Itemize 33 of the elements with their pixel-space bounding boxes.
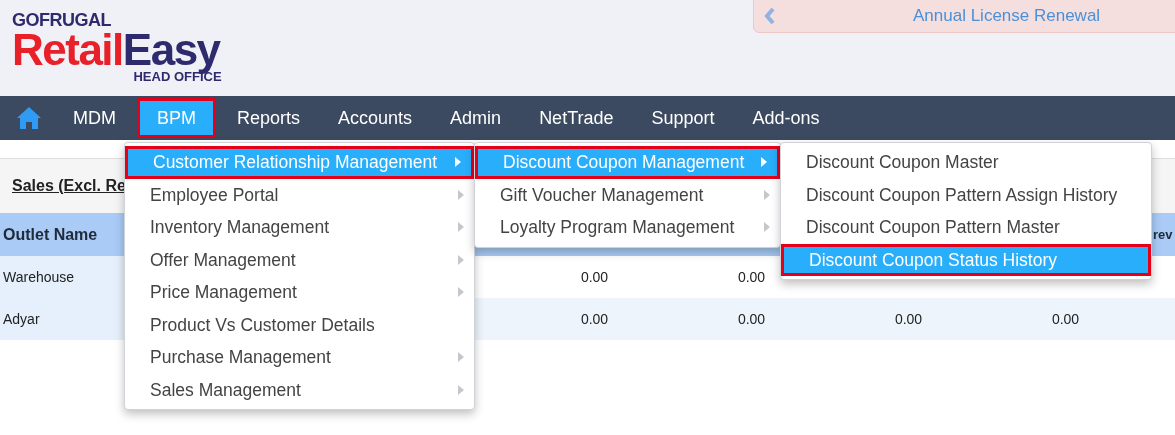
nav-tab[interactable]: Accounts bbox=[319, 98, 432, 138]
table-cell-text: Warehouse bbox=[3, 267, 75, 287]
menu-item[interactable]: Purchase Management bbox=[125, 341, 474, 374]
nav-tab[interactable]: MDM bbox=[54, 98, 135, 138]
table-cell-text: 0.00 bbox=[894, 309, 923, 329]
home-icon[interactable] bbox=[16, 106, 42, 130]
menu-item[interactable]: Employee Portal bbox=[125, 178, 474, 211]
nav-tab[interactable]: Support bbox=[632, 98, 734, 138]
menu-item[interactable]: Offer Management bbox=[125, 243, 474, 276]
report-title[interactable]: Sales (Excl. Re bbox=[12, 174, 126, 198]
menu-item[interactable]: Sales Management bbox=[125, 373, 474, 406]
menu-item[interactable]: Discount Coupon Pattern Assign History bbox=[781, 178, 1151, 211]
menu-item[interactable]: Discount Coupon Master bbox=[781, 146, 1151, 179]
column-header: rev bbox=[1153, 225, 1173, 244]
menu-item[interactable]: Loyalty Program Management bbox=[475, 211, 780, 244]
nav-tab[interactable]: Add-ons bbox=[733, 98, 839, 138]
column-header: Outlet Name bbox=[3, 224, 98, 245]
chevron-left-icon bbox=[764, 8, 776, 24]
menu-item[interactable]: Inventory Management bbox=[125, 211, 474, 244]
table-cell-text: 0.00 bbox=[580, 267, 609, 287]
nav-tab[interactable]: Admin bbox=[431, 98, 521, 138]
table-cell-text: 0.00 bbox=[737, 309, 766, 329]
table-cell-text: 0.00 bbox=[1051, 309, 1080, 329]
table-cell-text: 0.00 bbox=[580, 309, 609, 329]
brand-logo-text: GOFRUGAL bbox=[12, 10, 112, 30]
nav-tab[interactable]: Reports bbox=[218, 98, 320, 138]
menu-item[interactable]: Price Management bbox=[125, 276, 474, 309]
nav-tab[interactable]: NetTrade bbox=[520, 98, 633, 138]
menu-item[interactable]: Product Vs Customer Details bbox=[125, 308, 474, 341]
menu-item[interactable]: Gift Voucher Management bbox=[475, 178, 780, 211]
table-cell-text: 0.00 bbox=[737, 267, 766, 287]
menu-item[interactable]: Discount Coupon Pattern Master bbox=[781, 211, 1151, 244]
table-cell-text: Adyar bbox=[3, 309, 40, 329]
